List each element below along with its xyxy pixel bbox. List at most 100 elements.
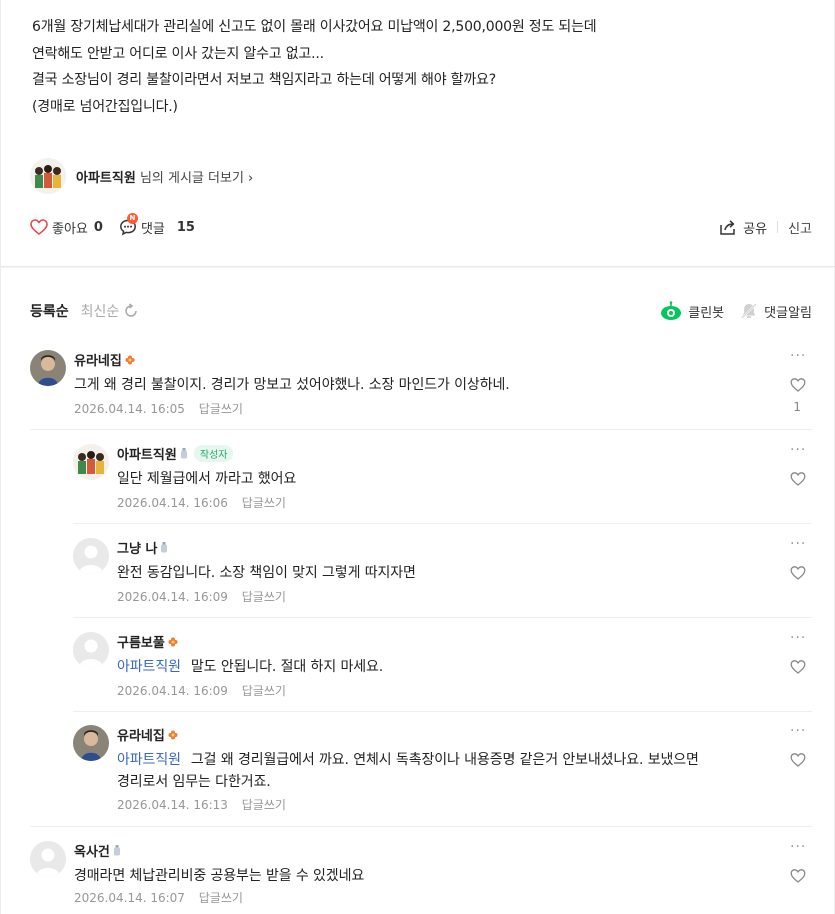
author-name[interactable]: 아파트직원 [76,171,136,186]
flower-badge-icon [168,730,178,739]
share-label: 공유 [743,221,768,237]
avatar[interactable] [30,841,66,877]
comment-meta: 2026.04.14. 16:07 답글쓰기 [74,889,243,906]
comment-item: 옥사건 경매라면 체납관리비중 공용부는 받을 수 있겠네요 2026.04.1… [30,840,806,907]
avatar[interactable] [73,725,109,761]
comment-item: 유라네집 아파트직원 그걸 왜 경리월급에서 까요. 연체시 독촉장이나 내용증명… [73,724,806,817]
comment-text-body: 그걸 왜 경리월급에서 까요. 연체시 독촉장이나 내용증명 같은거 안보내셨나… [190,752,699,768]
author-more-link[interactable]: 아파트직원 님의 게시글 더보기 › [30,158,253,194]
share-icon [720,220,735,235]
comment-nickname[interactable]: 유라네집 [117,725,178,744]
comment-like-count: 1 [793,400,801,414]
sort-latest-tab[interactable]: 최신순 [81,301,140,321]
refresh-icon [125,303,138,317]
avatar[interactable] [30,350,66,386]
divider [30,429,812,430]
reply-button[interactable]: 답글쓰기 [242,590,286,604]
comment-date: 2026.04.14. 16:13 [117,798,228,812]
reply-button[interactable]: 답글쓰기 [242,798,286,812]
reply-button[interactable]: 답글쓰기 [242,496,286,510]
avatar[interactable] [73,444,109,480]
comment-sort-bar: 등록순 최신순 클린봇 댓글알림 [30,300,812,322]
nickname-text[interactable]: 옥사건 [74,841,110,860]
comment-meta: 2026.04.14. 16:13 답글쓰기 [117,796,286,813]
comment-date: 2026.04.14. 16:09 [117,684,228,698]
more-options-icon[interactable]: ··· [790,443,806,457]
more-options-icon[interactable]: ··· [790,537,806,551]
comment-item: 아파트직원 작성자 일단 제월급에서 까라고 했어요 2026.04.14. 1… [73,443,806,514]
comment-nickname[interactable]: 옥사건 [74,841,121,860]
author-avatar[interactable] [30,158,66,194]
comment-text: 그게 왜 경리 불찰이지. 경리가 망보고 섰어야했나. 소장 마인드가 이상하… [74,377,510,393]
flower-badge-icon [168,637,178,646]
post-action-right: 공유 신고 [719,218,812,237]
comment-notify-button[interactable]: 댓글알림 [740,302,812,321]
comment-date: 2026.04.14. 16:07 [74,891,185,905]
cleanbot-button[interactable]: 클린봇 [660,301,724,321]
author-more-suffix: 님의 게시글 더보기 [139,170,244,186]
heart-icon[interactable] [790,565,806,581]
comment-item: 구름보풀 아파트직원 말도 안됩니다. 절대 하지 마세요. 2026.04.14… [73,631,806,702]
comment-text: 일단 제월급에서 까라고 했어요 [117,471,297,487]
comment-text-body-line2: 경리로서 임무는 다한거죠. [117,774,271,790]
writer-tag: 작성자 [193,445,234,462]
nickname-text[interactable]: 구름보풀 [117,632,165,651]
bottle-badge-icon [161,542,168,553]
comment-date: 2026.04.14. 16:06 [117,496,228,510]
comment-nickname[interactable]: 유라네집 [74,350,135,369]
reply-button[interactable]: 답글쓰기 [199,891,243,905]
more-options-icon[interactable]: ··· [790,349,806,363]
comment-meta: 2026.04.14. 16:09 답글쓰기 [117,588,286,605]
bottle-badge-icon [180,448,187,459]
comment-text: 아파트직원 말도 안됩니다. 절대 하지 마세요. [117,656,383,678]
comment-nickname[interactable]: 그냥 나 [117,538,168,557]
more-options-icon[interactable]: ··· [790,724,806,738]
heart-icon[interactable] [790,471,806,487]
post-action-bar: 좋아요 0 N 댓글 15 공유 신고 [30,213,812,240]
nickname-text[interactable]: 유라네집 [117,725,165,744]
divider [73,711,812,712]
like-button[interactable]: 좋아요 0 [30,218,103,237]
section-divider [0,266,835,268]
more-options-icon[interactable]: ··· [790,840,806,854]
report-button[interactable]: 신고 [788,218,812,237]
reply-button[interactable]: 답글쓰기 [199,402,243,416]
comment-meta: 2026.04.14. 16:09 답글쓰기 [117,682,286,699]
divider [73,523,812,524]
avatar[interactable] [73,538,109,574]
comment-nickname[interactable]: 아파트직원 작성자 [117,444,234,463]
comment-date: 2026.04.14. 16:09 [117,590,228,604]
post-line: 6개월 장기체납세대가 관리실에 신고도 없이 몰래 이사갔어요 미납액이 2,… [32,19,597,35]
nickname-text[interactable]: 아파트직원 [117,444,177,463]
comment-nickname[interactable]: 구름보풀 [117,632,178,651]
heart-icon [30,219,48,235]
mention-link[interactable]: 아파트직원 [117,659,181,675]
like-count: 0 [93,219,103,235]
comment-item: 그냥 나 완전 동감입니다. 소장 책임이 맞지 그렇게 따지자면 2026.0… [73,537,806,608]
post-line: 연락해도 안받고 어디로 이사 갔는지 알수고 없고... [32,45,324,62]
comment-text: 경매라면 체납관리비중 공용부는 받을 수 있겠네요 [74,868,365,884]
comment-label: 댓글 [140,221,165,237]
nickname-text[interactable]: 유라네집 [74,350,122,369]
mention-link[interactable]: 아파트직원 [117,752,181,768]
comment-notify-label: 댓글알림 [764,305,812,321]
nickname-text[interactable]: 그냥 나 [117,538,157,557]
more-options-icon[interactable]: ··· [790,631,806,645]
cleanbot-icon [661,301,682,320]
author-more-text[interactable]: 아파트직원 님의 게시글 더보기 › [76,167,253,186]
comment-count-button[interactable]: N 댓글 15 [119,213,195,237]
comment-tools: 클린봇 댓글알림 [660,301,812,321]
heart-icon[interactable] [790,377,806,393]
share-button[interactable]: 공유 [719,218,767,237]
heart-icon[interactable] [790,752,806,768]
heart-icon[interactable] [790,868,806,884]
heart-icon[interactable] [790,659,806,675]
like-label: 좋아요 [52,221,88,237]
sort-registered-tab[interactable]: 등록순 [30,301,69,321]
reply-button[interactable]: 답글쓰기 [242,684,286,698]
comment-item: 유라네집 그게 왜 경리 불찰이지. 경리가 망보고 섰어야했나. 소장 마인드… [30,349,806,420]
post-line: (경매로 넘어간집입니다.) [32,98,178,115]
comment-icon: N [119,213,138,236]
chevron-right-icon: › [248,170,254,186]
avatar[interactable] [73,632,109,668]
